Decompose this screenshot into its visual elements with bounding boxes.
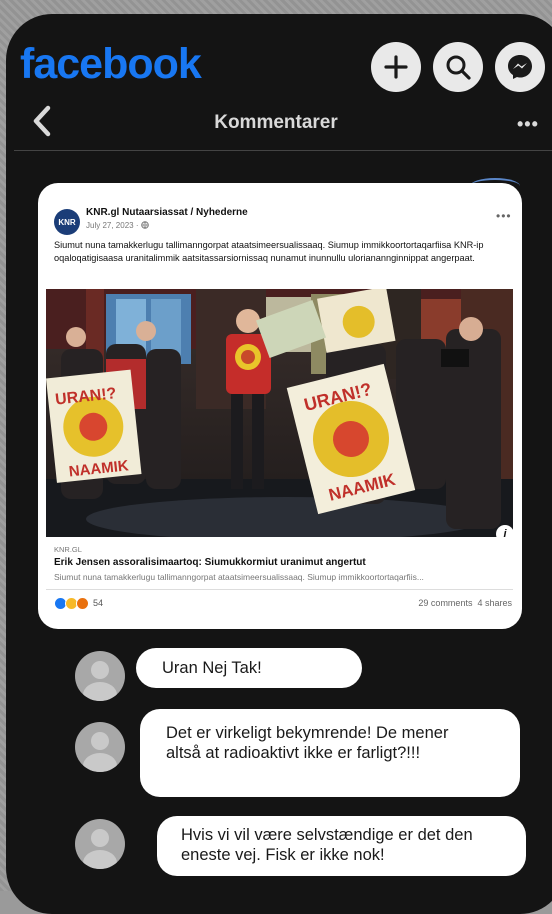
header-divider	[14, 150, 552, 151]
comments-count[interactable]: 29 comments	[418, 598, 472, 608]
search-button[interactable]	[433, 42, 483, 92]
reaction-count: 54	[93, 598, 104, 608]
post-more-button[interactable]: •••	[496, 209, 512, 223]
comment-bubble[interactable]: Det er virkeligt bekymrende! De mener al…	[140, 709, 520, 797]
search-icon	[446, 55, 471, 80]
more-options-button[interactable]: •••	[517, 114, 539, 135]
comment-text: Hvis vi vil være selvstændige er det den…	[181, 826, 473, 864]
avatar[interactable]	[75, 651, 125, 701]
add-icon	[384, 55, 408, 79]
source-avatar[interactable]: KNR	[54, 209, 80, 235]
comment-bubble[interactable]: Hvis vi vil være selvstændige er det den…	[157, 816, 526, 876]
post-stats: 29 comments 4 shares	[418, 598, 512, 608]
messenger-icon	[508, 55, 532, 79]
avatar-placeholder-icon	[91, 732, 109, 750]
info-button[interactable]: i	[496, 525, 514, 543]
shares-count[interactable]: 4 shares	[477, 598, 512, 608]
link-title[interactable]: Erik Jensen assoralisimaartoq: Siumukkor…	[54, 557, 366, 568]
avatar-placeholder-icon	[91, 829, 109, 847]
post-source-name[interactable]: KNR.gl Nutaarsiassat / Nyhederne	[86, 207, 248, 218]
reactions-summary[interactable]: 54	[54, 596, 104, 610]
add-button[interactable]	[371, 42, 421, 92]
avatar-body	[83, 753, 117, 772]
avatar[interactable]	[75, 722, 125, 772]
card-divider	[46, 589, 513, 590]
link-description: Siumut nuna tamakkerlugu tallimanngorpat…	[54, 572, 424, 582]
shared-post-card[interactable]: KNR KNR.gl Nutaarsiassat / Nyhederne Jul…	[38, 183, 522, 629]
post-date-text: July 27, 2023 ·	[86, 221, 141, 230]
post-date: July 27, 2023 ·	[86, 221, 149, 230]
messenger-button[interactable]	[495, 42, 545, 92]
post-text: Siumut nuna tamakkerlugu tallimanngorpat…	[54, 240, 484, 263]
avatar[interactable]	[75, 819, 125, 869]
avatar-body	[83, 682, 117, 701]
link-domain: KNR.GL	[54, 545, 82, 554]
avatar-placeholder-icon	[91, 661, 109, 679]
comment-text: Det er virkeligt bekymrende! De mener al…	[166, 724, 449, 762]
comment-bubble[interactable]: Uran Nej Tak!	[136, 648, 362, 688]
page-title: Kommentarer	[214, 112, 338, 133]
comment-text: Uran Nej Tak!	[162, 659, 262, 677]
post-photo[interactable]: URAN!? NAAMIK URAN!? NAAMIK	[46, 289, 513, 537]
angry-reaction-icon	[76, 596, 89, 610]
avatar-body	[83, 850, 117, 869]
globe-icon	[140, 221, 149, 229]
facebook-logo[interactable]: facebook	[20, 40, 202, 89]
protest-photo-illustration: URAN!? NAAMIK URAN!? NAAMIK	[46, 289, 513, 537]
